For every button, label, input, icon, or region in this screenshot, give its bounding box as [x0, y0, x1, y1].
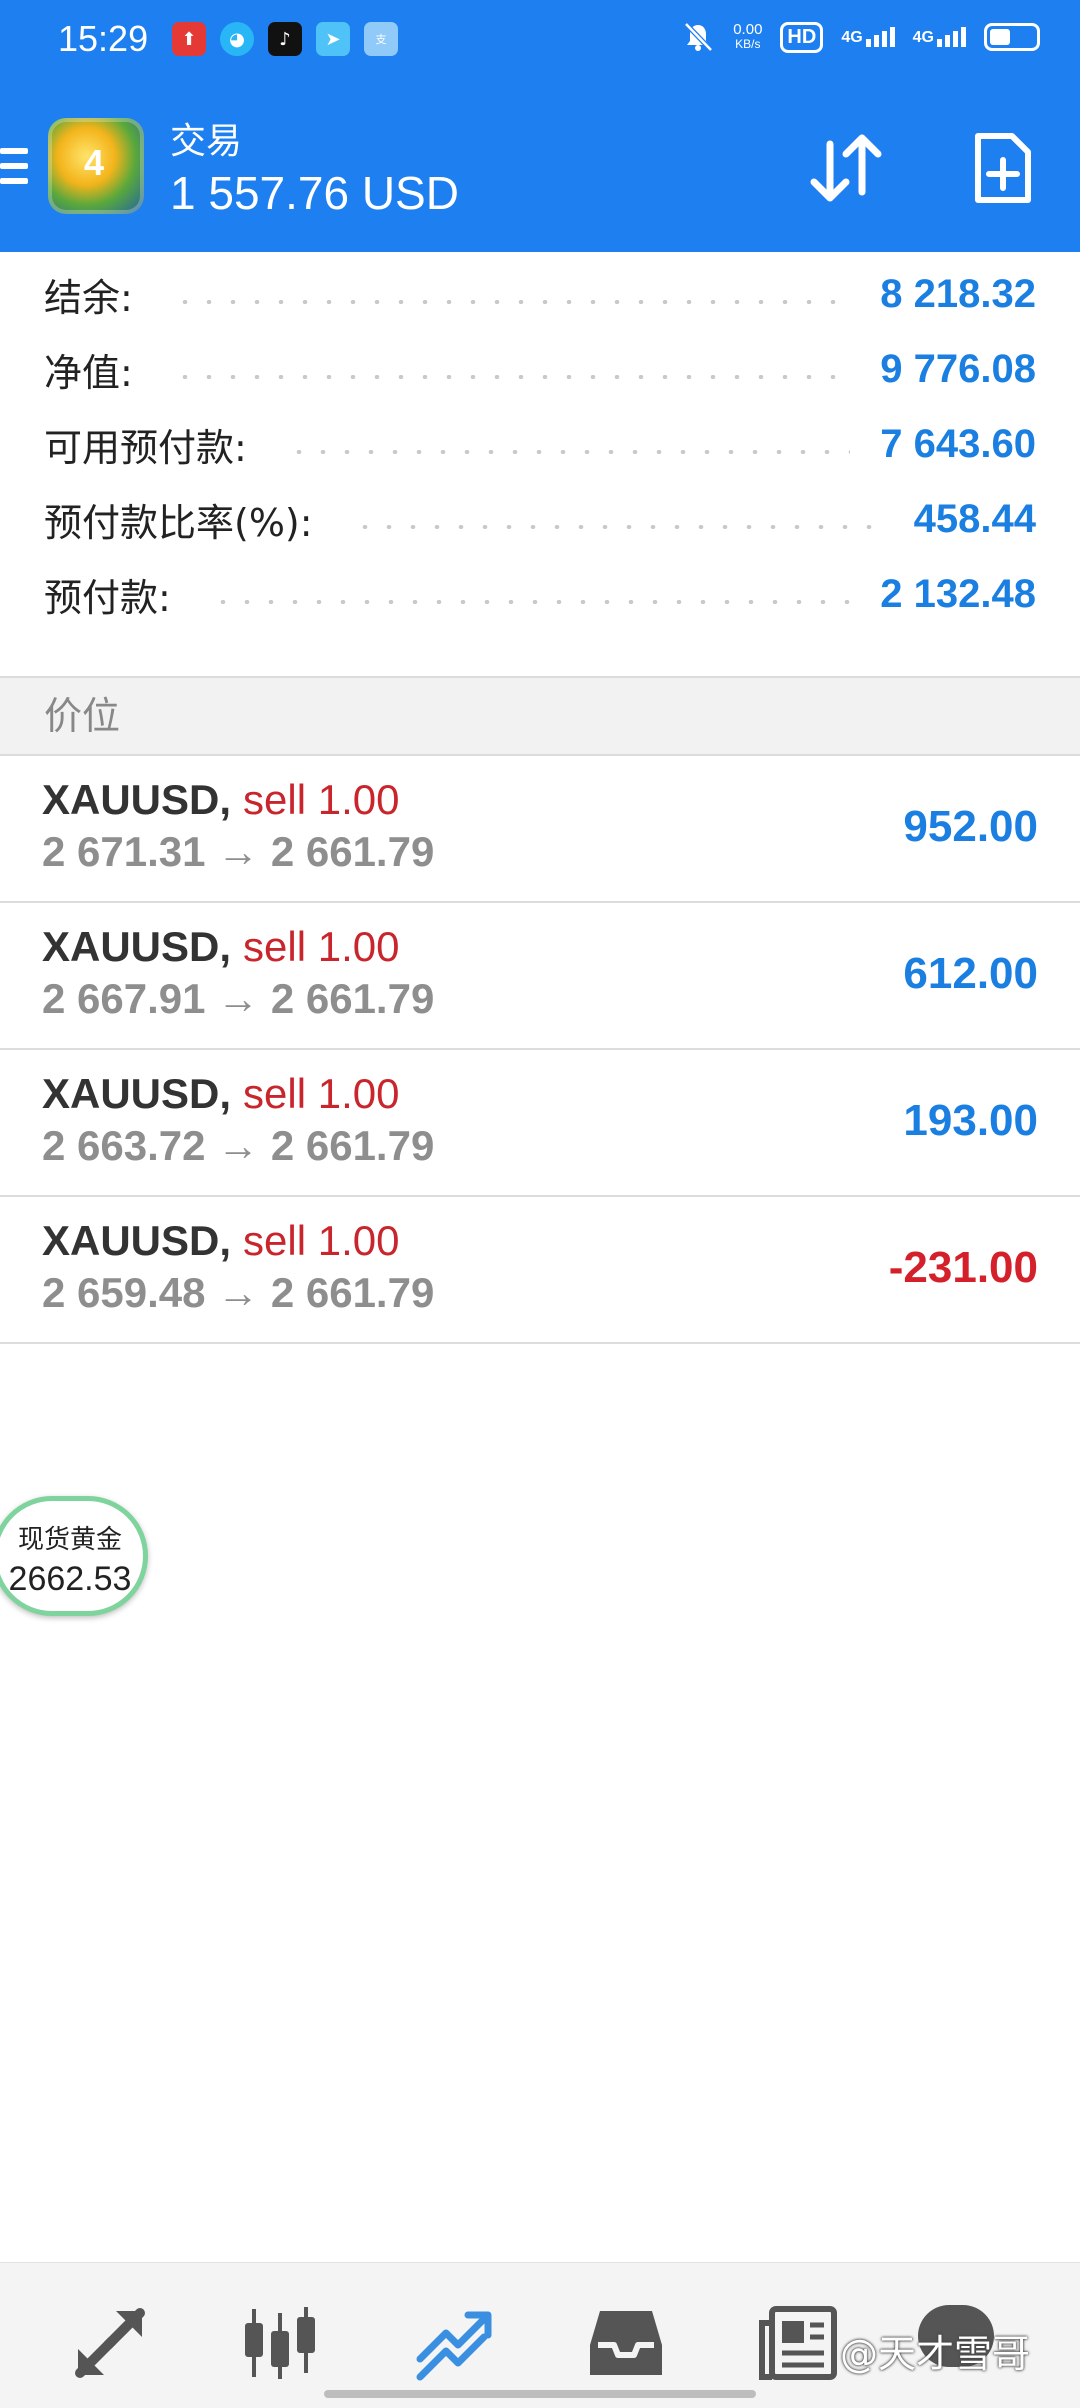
dot-leader	[172, 299, 851, 304]
position-row[interactable]: XAUUSD, sell 1.00 2 671.31 → 2 661.79 952…	[0, 756, 1080, 903]
home-indicator[interactable]	[324, 2390, 756, 2398]
metatrader-logo	[48, 118, 144, 214]
qq-icon: ◕	[220, 22, 254, 56]
dot-leader	[210, 599, 851, 604]
summary-value: 9 776.08	[880, 347, 1036, 391]
position-row[interactable]: XAUUSD, sell 1.00 2 659.48 → 2 661.79 -23…	[0, 1197, 1080, 1344]
trade-icon[interactable]	[412, 2303, 492, 2383]
summary-row-equity: 净值: 9 776.08	[0, 332, 1080, 407]
summary-value: 7 643.60	[880, 422, 1036, 466]
status-bar: 15:29 ⬆ ◕ ♪ ➤ 支 0.00 KB/s HD 4G 4G	[0, 0, 1080, 82]
positions-section-header: 价位	[0, 676, 1080, 756]
tiktok-icon: ♪	[268, 22, 302, 56]
status-indicators: 0.00 KB/s HD 4G 4G	[681, 20, 1040, 54]
trade-screen: 15:29 ⬆ ◕ ♪ ➤ 支 0.00 KB/s HD 4G 4G 4 交易 …	[0, 0, 1080, 2408]
widget-name: 现货黄金	[17, 1525, 122, 1555]
summary-label: 结余:	[44, 276, 133, 320]
position-symbol: XAUUSD,	[42, 1070, 232, 1117]
summary-label: 预付款比率(%):	[44, 501, 313, 545]
page-title: 交易	[170, 121, 243, 162]
position-profit: 193.00	[903, 1096, 1038, 1145]
dot-leader	[172, 374, 851, 379]
position-profit: -231.00	[888, 1243, 1038, 1292]
hd-voice-icon: HD	[780, 21, 824, 53]
summary-value: 458.44	[913, 497, 1036, 541]
app-header: 交易 1 557.76 USD	[0, 82, 1080, 252]
gold-price-widget[interactable]: 现货黄金 2662.53	[0, 1496, 148, 1616]
position-direction: sell 1.00	[243, 1070, 400, 1117]
position-profit: 612.00	[903, 949, 1038, 998]
menu-icon[interactable]	[0, 148, 28, 192]
position-row[interactable]: XAUUSD, sell 1.00 2 663.72 → 2 661.79 193…	[0, 1050, 1080, 1197]
account-summary: 结余: 8 218.32 净值: 9 776.08 可用预付款: 7 643.6…	[0, 252, 1080, 632]
red-app-icon: ⬆	[172, 22, 206, 56]
dot-leader	[286, 449, 851, 454]
summary-label: 可用预付款:	[44, 426, 247, 470]
position-prices: 2 667.91 → 2 661.79	[42, 975, 435, 1022]
history-icon[interactable]	[586, 2303, 666, 2383]
position-symbol: XAUUSD,	[42, 923, 232, 970]
status-time: 15:29	[58, 18, 149, 59]
mute-bell-icon	[684, 22, 714, 52]
signal-1: 4G	[841, 27, 895, 47]
position-symbol: XAUUSD,	[42, 776, 232, 823]
position-prices: 2 671.31 → 2 661.79	[42, 828, 435, 875]
position-direction: sell 1.00	[243, 776, 400, 823]
position-symbol: XAUUSD,	[42, 1217, 232, 1264]
network-speed: 0.00 KB/s	[733, 21, 763, 51]
position-prices: 2 663.72 → 2 661.79	[42, 1122, 435, 1169]
summary-value: 8 218.32	[880, 272, 1036, 316]
summary-label: 预付款:	[44, 576, 171, 620]
battery-icon	[984, 23, 1040, 51]
position-direction: sell 1.00	[243, 923, 400, 970]
positions-list: XAUUSD, sell 1.00 2 671.31 → 2 661.79 952…	[0, 756, 1080, 1344]
widget-price: 2662.53	[8, 1560, 132, 1598]
quotes-icon[interactable]	[70, 2303, 150, 2383]
summary-row-free-margin: 可用预付款: 7 643.60	[0, 407, 1080, 482]
notification-icons: ⬆ ◕ ♪ ➤ 支	[172, 22, 398, 56]
new-order-icon[interactable]	[972, 132, 1032, 204]
summary-row-balance: 结余: 8 218.32	[0, 257, 1080, 332]
position-prices: 2 659.48 → 2 661.79	[42, 1269, 435, 1316]
send-icon: ➤	[316, 22, 350, 56]
position-profit: 952.00	[903, 802, 1038, 851]
position-direction: sell 1.00	[243, 1217, 400, 1264]
signal-bars-icon	[865, 27, 895, 47]
news-icon[interactable]	[758, 2303, 838, 2383]
summary-label: 净值:	[44, 351, 133, 395]
watermark-text: @天才雪哥	[840, 2332, 1031, 2376]
summary-row-margin-level: 预付款比率(%): 458.44	[0, 482, 1080, 557]
bottom-nav: @天才雪哥	[0, 2262, 1080, 2408]
dot-leader	[352, 524, 884, 529]
chart-icon[interactable]	[240, 2303, 320, 2383]
header-balance: 1 557.76 USD	[170, 167, 459, 219]
alipay-icon: 支	[364, 22, 398, 56]
summary-row-margin: 预付款: 2 132.48	[0, 557, 1080, 632]
summary-value: 2 132.48	[880, 572, 1036, 616]
signal-2: 4G	[913, 27, 966, 47]
position-row[interactable]: XAUUSD, sell 1.00 2 667.91 → 2 661.79 612…	[0, 903, 1080, 1050]
signal-bars-icon	[937, 27, 966, 47]
sort-icon[interactable]	[808, 134, 884, 202]
